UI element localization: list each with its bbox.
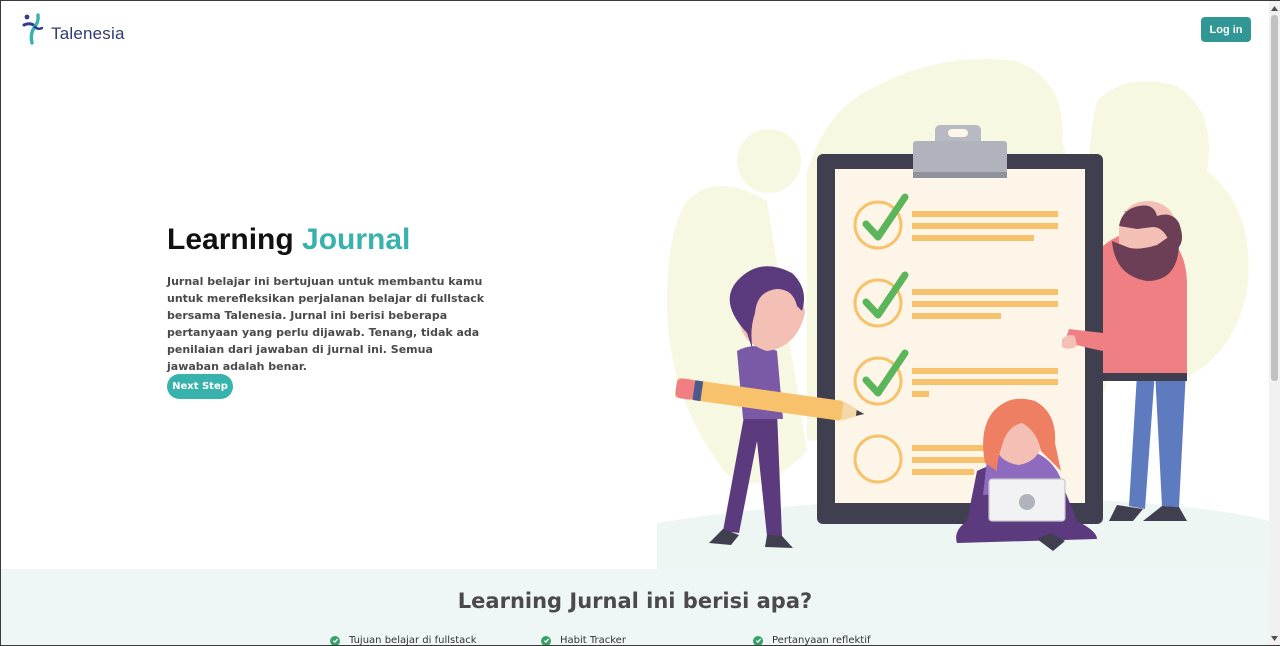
hero-description: Jurnal belajar ini bertujuan untuk memba… — [167, 275, 485, 373]
feature-item-goals: Tujuan belajar di fullstack — [330, 635, 477, 645]
vertical-scrollbar[interactable] — [1269, 1, 1280, 645]
logo[interactable]: Talenesia — [21, 13, 125, 47]
title-part-1: Learning — [167, 223, 303, 256]
scroll-down-arrow-icon[interactable] — [1269, 631, 1280, 645]
feature-label: Habit Tracker — [560, 635, 626, 645]
title-part-2: Journal — [302, 223, 411, 256]
login-button[interactable]: Log in — [1201, 17, 1251, 42]
clipboard-clip-hole — [948, 129, 968, 137]
check-circle-icon — [541, 635, 551, 645]
features-section: Learning Jurnal ini berisi apa? Tujuan b… — [1, 569, 1269, 645]
logo-text: Talenesia — [51, 24, 125, 43]
scroll-up-arrow-icon[interactable] — [1269, 1, 1280, 15]
feature-label: Pertanyaan reflektif — [772, 635, 871, 645]
scrollbar-thumb[interactable] — [1271, 15, 1278, 381]
check-circle-icon — [753, 635, 763, 645]
page: Talenesia Log in Learning Journal Jurnal… — [1, 1, 1269, 645]
background-blob-small — [737, 129, 801, 193]
section-title: Learning Jurnal ini berisi apa? — [457, 589, 813, 613]
hero-illustration — [657, 59, 1269, 569]
feature-item-reflective-questions: Pertanyaan reflektif — [753, 635, 871, 645]
clipboard-clip — [913, 141, 1007, 177]
page-title: Learning Journal — [167, 223, 410, 257]
clipboard-clip-shadow — [913, 172, 1007, 178]
next-step-button[interactable]: Next Step — [167, 374, 233, 399]
feature-label: Tujuan belajar di fullstack — [349, 635, 477, 645]
check-circle-icon — [330, 635, 340, 645]
feature-item-habit-tracker: Habit Tracker — [541, 635, 626, 645]
talenesia-logo-icon — [22, 13, 44, 45]
